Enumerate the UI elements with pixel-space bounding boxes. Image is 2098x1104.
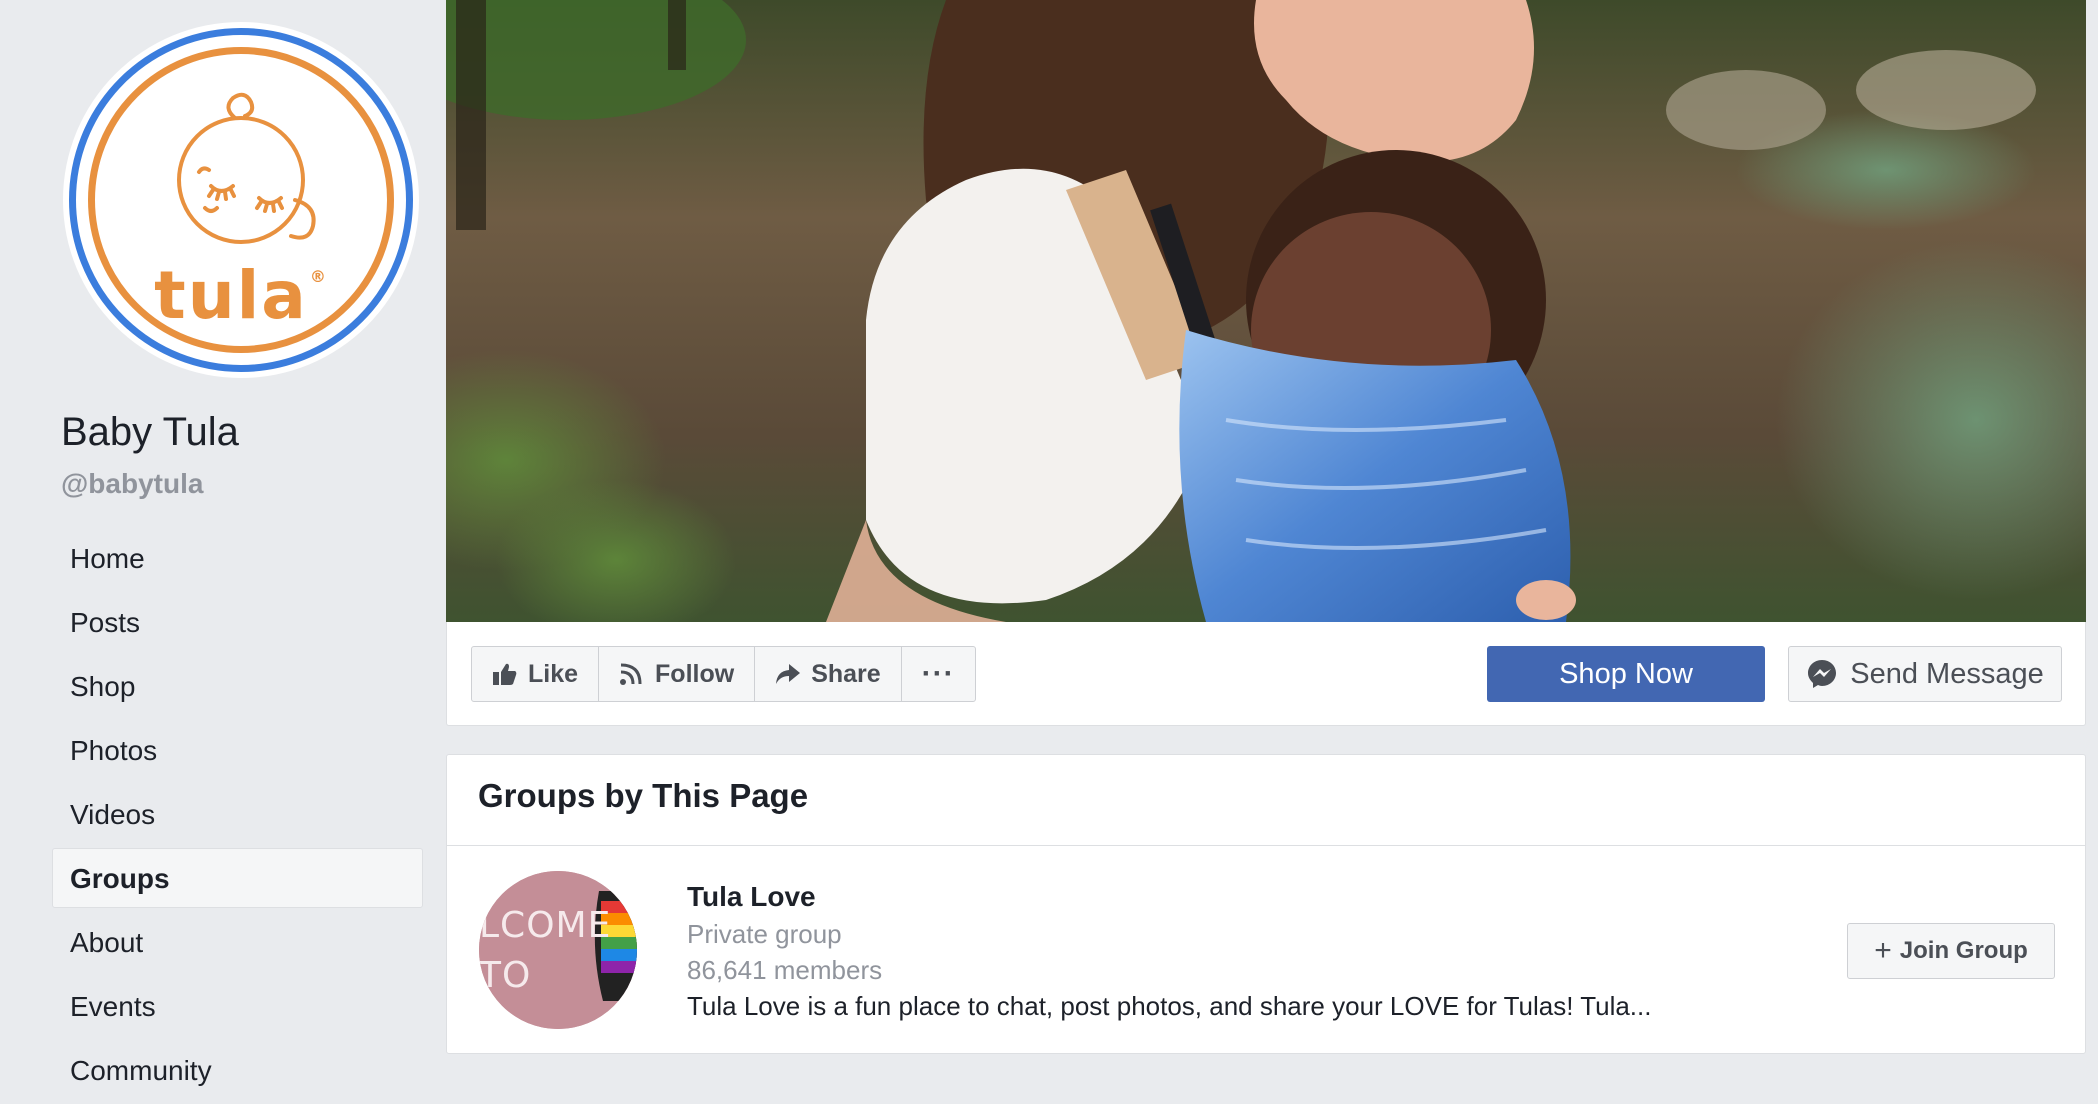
more-options-button[interactable]: ··· [902, 647, 975, 701]
groups-section-title: Groups by This Page [478, 777, 809, 814]
wordmark-text: tula [154, 257, 308, 334]
group-name-link[interactable]: Tula Love [687, 881, 816, 913]
like-button[interactable]: Like [472, 647, 600, 701]
nav-item-shop[interactable]: Shop [52, 656, 423, 716]
thumbs-up-icon [493, 663, 517, 685]
group-privacy: Private group [687, 919, 842, 949]
page-actions-bar: Like Follow Share ··· Shop Now Send Mess… [446, 622, 2086, 726]
nav-item-photos[interactable]: Photos [52, 720, 423, 780]
group-thumbnail-text: LCOME TO [479, 905, 612, 996]
share-button[interactable]: Share [755, 647, 902, 701]
section-divider [447, 845, 2085, 846]
nav-item-home[interactable]: Home [52, 528, 423, 588]
cover-photo-illustration [446, 0, 2086, 622]
left-sidebar: tula ® Baby Tula @babytula Home Posts Sho… [0, 0, 445, 1086]
page-handle[interactable]: @babytula [61, 468, 203, 500]
nav-item-groups[interactable]: Groups [52, 848, 423, 908]
page-title[interactable]: Baby Tula [61, 410, 239, 455]
nav-item-about[interactable]: About [52, 912, 423, 972]
join-group-button[interactable]: + Join Group [1847, 923, 2055, 979]
groups-card: Groups by This Page LCOME TO Tula Love P… [446, 754, 2086, 1054]
page-nav: Home Posts Shop Photos Videos Groups Abo… [52, 528, 423, 1104]
nav-item-posts[interactable]: Posts [52, 592, 423, 652]
tula-wordmark: tula ® [63, 257, 419, 334]
rss-icon [620, 663, 642, 685]
share-label: Share [811, 659, 881, 688]
registered-mark: ® [309, 267, 328, 286]
group-description: Tula Love is a fun place to chat, post p… [687, 991, 1652, 1021]
follow-label: Follow [655, 659, 735, 688]
page-action-buttons: Like Follow Share ··· [471, 646, 976, 702]
nav-item-videos[interactable]: Videos [52, 784, 423, 844]
cover-photo[interactable] [446, 0, 2086, 622]
follow-button[interactable]: Follow [599, 647, 756, 701]
page-profile-picture[interactable]: tula ® [63, 22, 419, 378]
like-label: Like [528, 659, 579, 688]
messenger-icon [1808, 660, 1837, 688]
shop-now-button[interactable]: Shop Now [1487, 646, 1765, 702]
join-group-label: Join Group [1899, 937, 2028, 964]
send-message-label: Send Message [1850, 657, 2044, 690]
plus-icon: + [1874, 934, 1892, 967]
nav-item-events[interactable]: Events [52, 976, 423, 1036]
group-cover-thumbnail[interactable]: LCOME TO [479, 871, 637, 1029]
share-arrow-icon [776, 664, 801, 684]
more-dots-icon: ··· [921, 657, 955, 690]
nav-item-community[interactable]: Community [52, 1040, 423, 1100]
send-message-button[interactable]: Send Message [1788, 646, 2062, 702]
group-member-count: 86,641 members [687, 955, 883, 985]
